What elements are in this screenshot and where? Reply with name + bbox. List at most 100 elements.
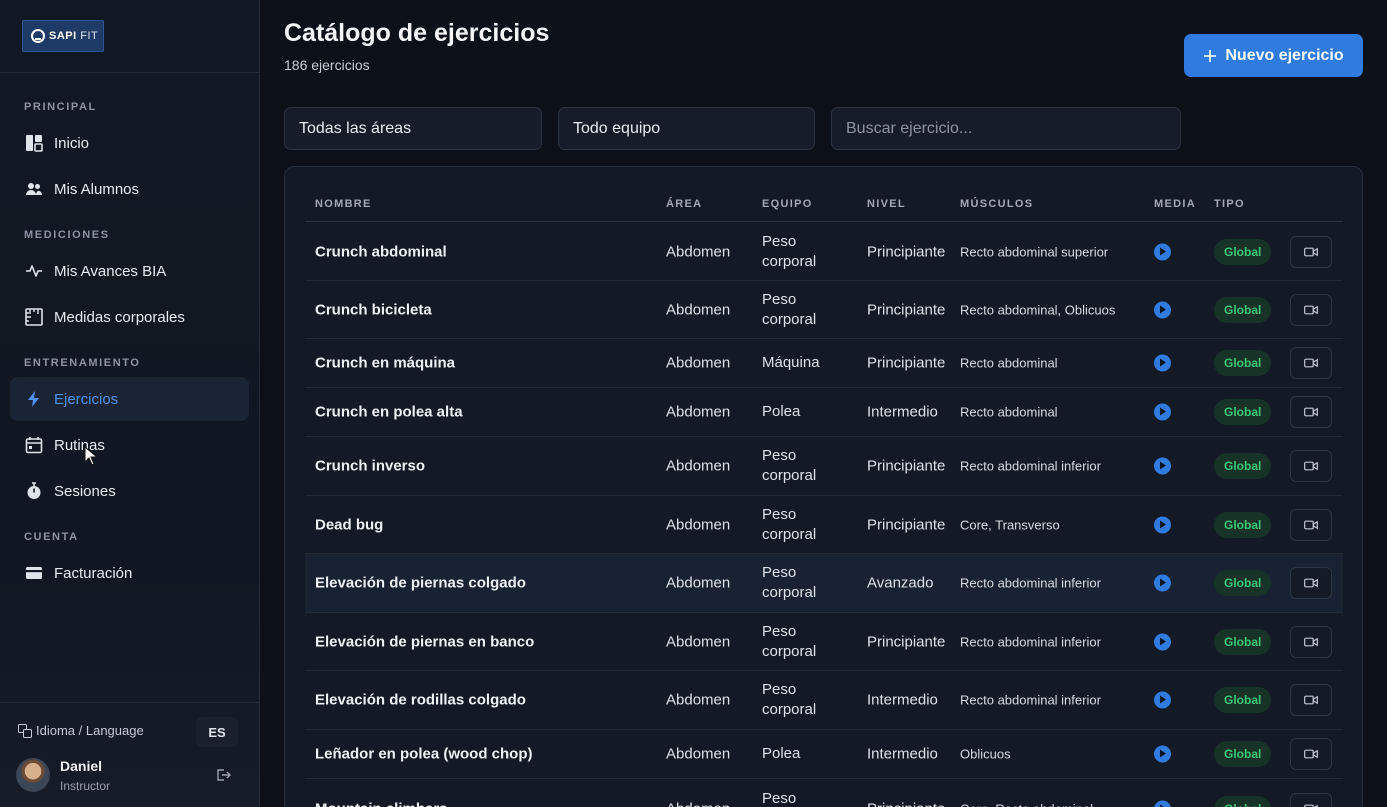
equipment-line-1: Peso bbox=[762, 290, 797, 308]
sidebar-item-sesiones[interactable]: Sesiones bbox=[10, 469, 249, 513]
exercise-equipment: Peso corporal bbox=[762, 680, 816, 720]
video-button[interactable] bbox=[1290, 738, 1332, 770]
exercise-equipment: Máquina bbox=[762, 353, 820, 373]
exercise-level: Principiante bbox=[867, 516, 946, 533]
video-button[interactable] bbox=[1290, 235, 1332, 268]
sidebar-item-label: Mis Alumnos bbox=[54, 180, 140, 198]
video-button[interactable] bbox=[1290, 625, 1332, 658]
logo-mark-icon bbox=[31, 29, 45, 43]
logout-icon[interactable] bbox=[215, 767, 231, 783]
video-camera-icon bbox=[1304, 637, 1318, 646]
exercise-name[interactable]: Crunch en polea alta bbox=[315, 404, 463, 421]
video-camera-icon bbox=[1304, 578, 1318, 588]
exercise-muscles: Core, Transverso bbox=[960, 517, 1060, 532]
table-row[interactable]: Crunch inverso Abdomen Peso corporal Princip… bbox=[305, 437, 1343, 496]
sidebar-item-medidas-corporales[interactable]: Medidas corporales bbox=[10, 295, 249, 339]
play-video-icon[interactable] bbox=[1154, 516, 1171, 533]
translate-icon bbox=[18, 723, 32, 738]
exercise-area: Abdomen bbox=[666, 457, 731, 475]
video-button[interactable] bbox=[1290, 567, 1332, 599]
section-label-entrenamiento: ENTRENAMIENTO bbox=[24, 357, 141, 369]
column-header-musculos[interactable]: MÚSCULOS bbox=[960, 198, 1033, 210]
plus-icon bbox=[1204, 49, 1217, 62]
play-video-icon[interactable] bbox=[1154, 574, 1171, 592]
sidebar-item-rutinas[interactable]: Rutinas bbox=[10, 423, 249, 467]
play-video-icon[interactable] bbox=[1154, 457, 1171, 475]
exercise-muscles: Recto abdominal, Oblicuos bbox=[960, 302, 1116, 317]
play-video-icon[interactable] bbox=[1154, 243, 1171, 260]
user-name: Daniel bbox=[60, 758, 103, 774]
equipment-line-1: Polea bbox=[762, 745, 801, 762]
video-button[interactable] bbox=[1290, 684, 1332, 716]
sidebar-item-label: Ejercicios bbox=[54, 390, 119, 408]
exercise-equipment: Peso corporal bbox=[762, 290, 816, 330]
table-row[interactable]: Elevación de piernas colgado Abdomen Peso c… bbox=[305, 554, 1343, 613]
equipment-line-2: corporal bbox=[762, 252, 817, 270]
exercise-equipment: Peso corporal bbox=[762, 622, 816, 662]
table-row[interactable]: Crunch en máquina Abdomen Máquina Principia… bbox=[305, 339, 1343, 388]
column-header-area[interactable]: ÁREA bbox=[666, 198, 702, 210]
exercise-muscles: Recto abdominal bbox=[960, 355, 1058, 371]
avatar[interactable] bbox=[16, 758, 50, 792]
column-header-nombre[interactable]: NOMBRE bbox=[315, 198, 372, 210]
video-button[interactable] bbox=[1290, 293, 1332, 326]
sidebar-item-facturacion[interactable]: Facturación bbox=[10, 551, 249, 595]
equipment-line-1: Peso bbox=[762, 789, 797, 807]
search-input[interactable] bbox=[831, 107, 1181, 150]
language-label: Idioma / Language bbox=[36, 723, 144, 738]
column-header-nivel[interactable]: NIVEL bbox=[867, 198, 906, 210]
exercise-equipment: Peso corporal bbox=[762, 446, 816, 486]
exercise-name[interactable]: Elevación de piernas en banco bbox=[315, 633, 534, 650]
exercise-equipment: Peso corporal bbox=[762, 505, 816, 545]
play-video-icon[interactable] bbox=[1154, 745, 1171, 763]
video-button[interactable] bbox=[1290, 396, 1332, 428]
sidebar-item-mis-avances-bia[interactable]: Mis Avances BIA bbox=[10, 249, 249, 293]
video-button[interactable] bbox=[1290, 347, 1332, 379]
table-row[interactable]: Crunch bicicleta Abdomen Peso corporal Princ… bbox=[305, 281, 1343, 339]
table-row[interactable]: Dead bug Abdomen Peso corporal Principiante C… bbox=[305, 496, 1343, 554]
play-video-icon[interactable] bbox=[1154, 301, 1171, 318]
exercise-name[interactable]: Elevación de piernas colgado bbox=[315, 575, 526, 592]
exercise-name[interactable]: Crunch abdominal bbox=[315, 243, 447, 260]
play-video-icon[interactable] bbox=[1154, 403, 1171, 421]
users-icon bbox=[25, 180, 43, 198]
exercise-name[interactable]: Crunch en máquina bbox=[315, 355, 455, 372]
play-video-icon[interactable] bbox=[1154, 354, 1171, 372]
play-video-icon[interactable] bbox=[1154, 800, 1171, 807]
brand-logo[interactable]: SAPI FIT bbox=[22, 20, 104, 52]
credit-card-icon bbox=[25, 564, 43, 582]
video-button[interactable] bbox=[1290, 792, 1332, 807]
play-video-icon[interactable] bbox=[1154, 633, 1171, 650]
type-badge: Global bbox=[1214, 741, 1272, 767]
table-row[interactable]: Leñador en polea (wood chop) Abdomen Polea… bbox=[305, 730, 1343, 779]
sidebar-item-inicio[interactable]: Inicio bbox=[10, 121, 249, 165]
exercise-area: Abdomen bbox=[666, 745, 731, 763]
table-row[interactable]: Mountain climbers Abdomen Pesocorporal Prin… bbox=[305, 779, 1343, 807]
exercise-area: Abdomen bbox=[666, 691, 731, 709]
play-video-icon[interactable] bbox=[1154, 691, 1171, 709]
exercise-count: 186 ejercicios bbox=[284, 57, 370, 73]
video-button[interactable] bbox=[1290, 450, 1332, 482]
sidebar-item-ejercicios[interactable]: Ejercicios bbox=[10, 377, 249, 421]
table-row[interactable]: Crunch en polea alta Abdomen Polea Intermed… bbox=[305, 388, 1343, 437]
equipment-filter-select[interactable]: Todo equipo bbox=[558, 107, 815, 150]
column-header-equipo[interactable]: EQUIPO bbox=[762, 198, 813, 210]
area-filter-select[interactable]: Todas las áreas bbox=[284, 107, 542, 150]
exercise-name[interactable]: Leñador en polea (wood chop) bbox=[315, 746, 533, 763]
exercise-name[interactable]: Crunch inverso bbox=[315, 458, 425, 475]
exercise-name[interactable]: Crunch bicicleta bbox=[315, 301, 432, 318]
exercise-muscles: Recto abdominal inferior bbox=[960, 692, 1101, 708]
exercise-name[interactable]: Elevación de rodillas colgado bbox=[315, 692, 526, 709]
table-row[interactable]: Elevación de piernas en banco Abdomen Peso… bbox=[305, 613, 1343, 671]
sidebar-item-mis-alumnos[interactable]: Mis Alumnos bbox=[10, 167, 249, 211]
logo-area: SAPI FIT bbox=[0, 0, 259, 73]
new-exercise-button[interactable]: Nuevo ejercicio bbox=[1184, 34, 1363, 77]
exercise-area: Abdomen bbox=[666, 243, 731, 260]
table-row[interactable]: Elevación de rodillas colgado Abdomen Peso… bbox=[305, 671, 1343, 730]
exercise-name[interactable]: Mountain climbers bbox=[315, 800, 448, 807]
type-badge: Global bbox=[1214, 570, 1272, 596]
table-row[interactable]: Crunch abdominal Abdomen Peso corporal Princ… bbox=[305, 223, 1343, 281]
language-toggle-button[interactable]: ES bbox=[196, 717, 238, 747]
exercise-name[interactable]: Dead bug bbox=[315, 516, 383, 533]
video-button[interactable] bbox=[1290, 508, 1332, 541]
